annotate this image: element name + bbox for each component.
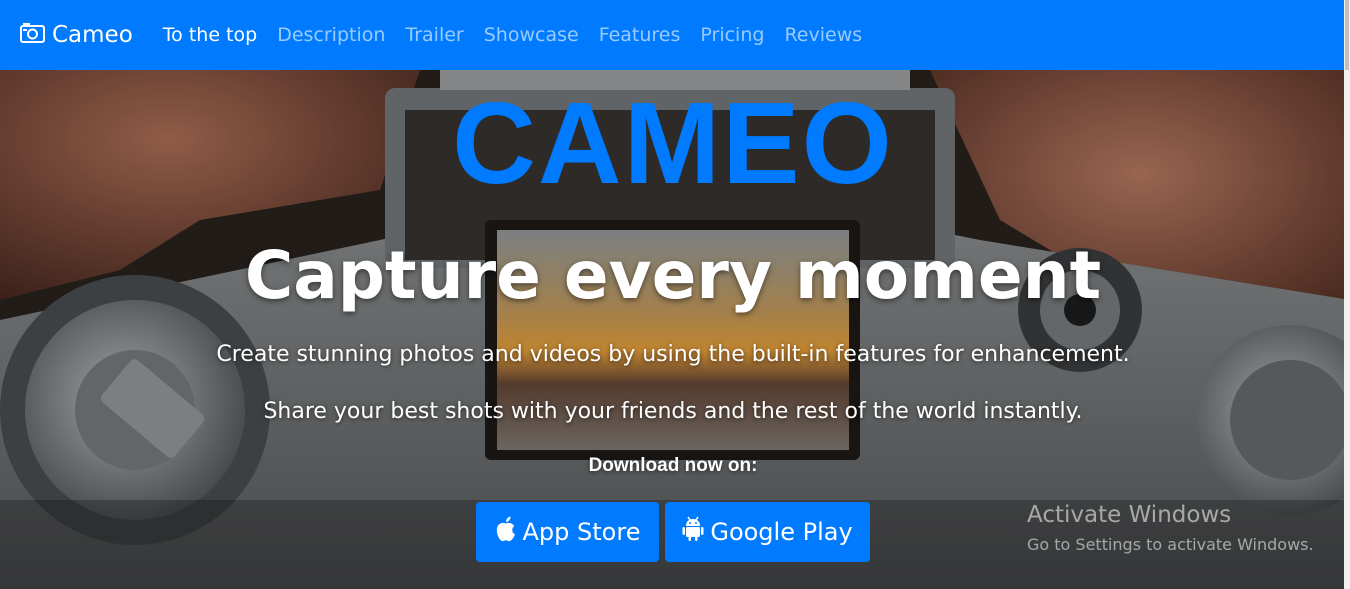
android-icon	[682, 516, 710, 548]
brand-link[interactable]: Cameo	[20, 22, 133, 49]
nav-link-pricing[interactable]: Pricing	[700, 24, 764, 46]
app-store-label: App Store	[522, 518, 641, 546]
page-scrollbar[interactable]	[1344, 0, 1350, 589]
nav-link-top[interactable]: To the top	[163, 24, 257, 46]
nav-link-features[interactable]: Features	[599, 24, 681, 46]
brand-name: Cameo	[52, 22, 133, 48]
hero-headline: Capture every moment	[244, 237, 1102, 314]
activate-windows-watermark: Activate Windows Go to Settings to activ…	[1027, 502, 1314, 554]
google-play-label: Google Play	[710, 518, 853, 546]
hero-lead-2: Share your best shots with your friends …	[263, 399, 1083, 424]
navbar: Cameo To the top Description Trailer Sho…	[0, 0, 1350, 70]
camera-icon	[20, 22, 52, 49]
watermark-subtitle: Go to Settings to activate Windows.	[1027, 535, 1314, 554]
nav-link-description[interactable]: Description	[277, 24, 385, 46]
nav-link-trailer[interactable]: Trailer	[405, 24, 463, 46]
hero-title: CAMEO	[452, 78, 894, 208]
watermark-title: Activate Windows	[1027, 502, 1232, 528]
nav-link-showcase[interactable]: Showcase	[484, 24, 579, 46]
app-store-button[interactable]: App Store	[476, 502, 659, 562]
apple-icon	[495, 516, 523, 548]
download-label: Download now on:	[588, 455, 758, 476]
google-play-button[interactable]: Google Play	[665, 502, 870, 562]
hero-lead-1: Create stunning photos and videos by usi…	[216, 342, 1130, 367]
nav-link-reviews[interactable]: Reviews	[784, 24, 862, 46]
scrollbar-thumb[interactable]	[1345, 0, 1349, 70]
nav-links: To the top Description Trailer Showcase …	[163, 24, 882, 46]
